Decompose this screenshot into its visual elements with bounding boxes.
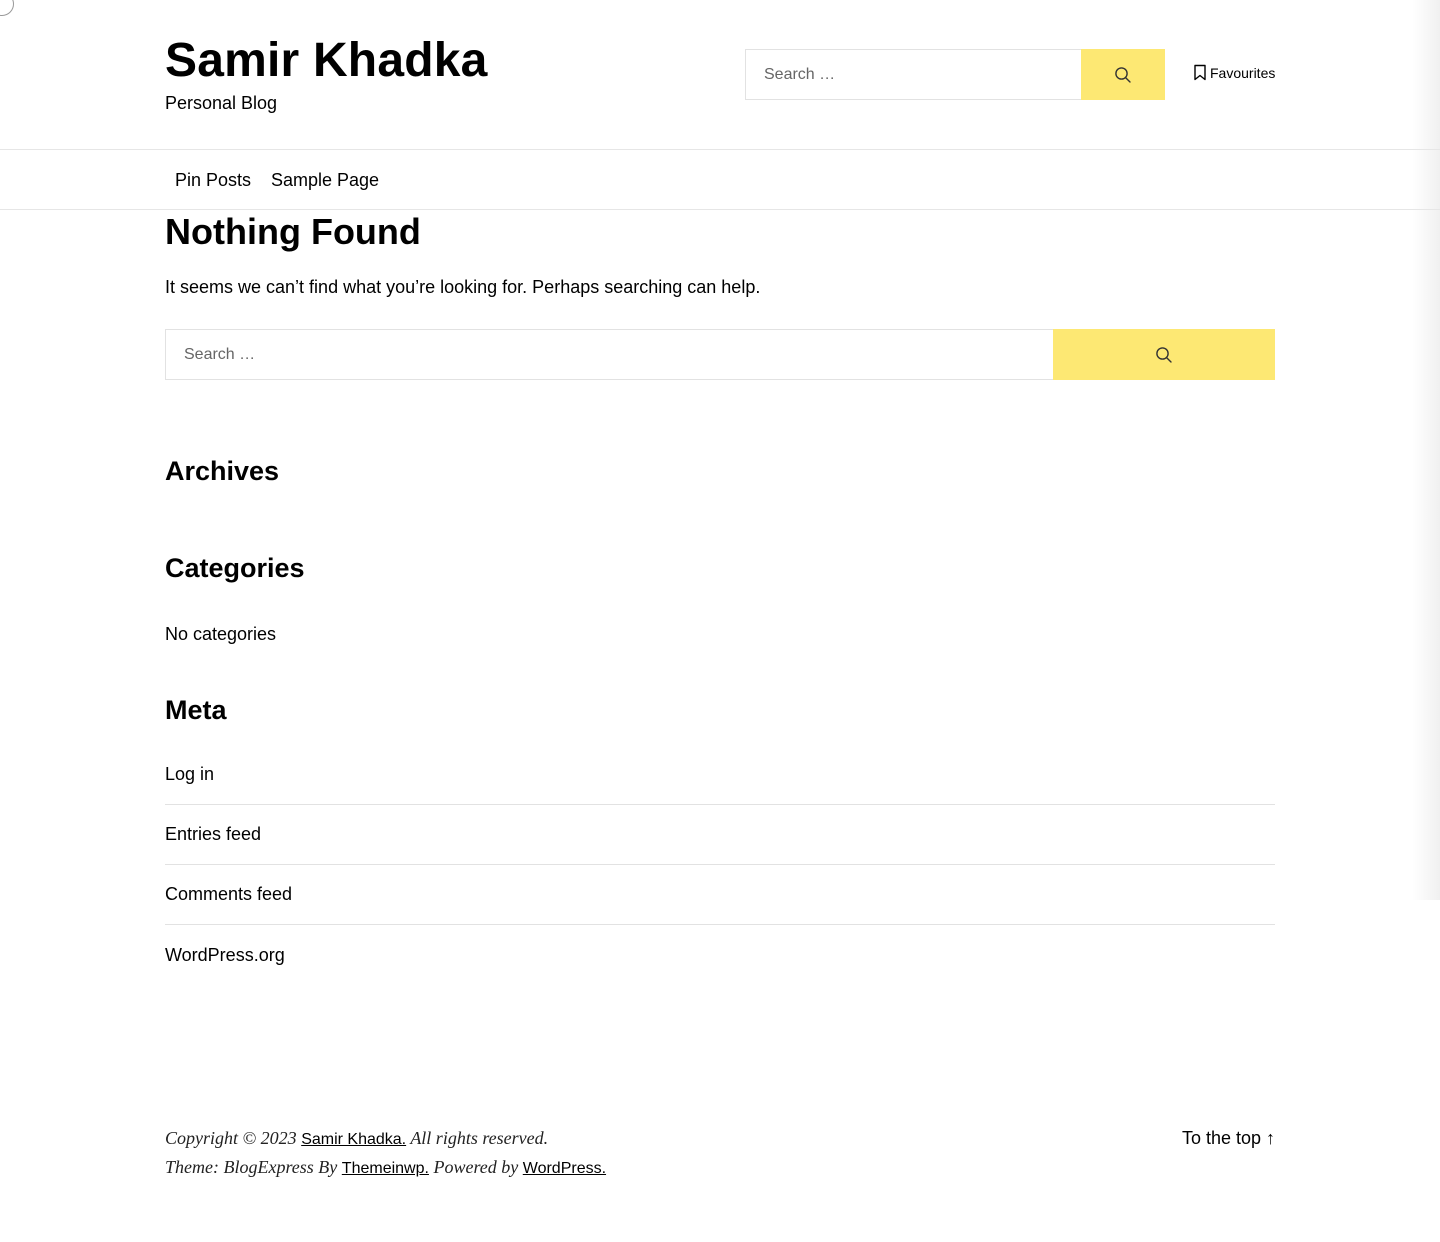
- site-tagline: Personal Blog: [165, 93, 278, 113]
- wordpress-link[interactable]: WordPress.: [523, 1160, 606, 1177]
- page-title: Nothing Found: [165, 211, 421, 252]
- meta-widget-title: Meta: [165, 695, 227, 725]
- footer-site-link[interactable]: Samir Khadka.: [301, 1131, 406, 1148]
- bookmark-icon: [1194, 64, 1206, 81]
- primary-navigation: Pin Posts Sample Page: [0, 151, 1440, 210]
- meta-list: Log in Entries feed Comments feed WordPr…: [165, 745, 1275, 985]
- copyright-suffix: All rights reserved.: [410, 1128, 549, 1148]
- main-search-form: [165, 329, 1275, 380]
- copyright-line: Copyright © 2023 Samir Khadka. All right…: [165, 1127, 548, 1151]
- categories-widget-title: Categories: [165, 553, 305, 583]
- main-search-input[interactable]: [165, 329, 1053, 380]
- theme-author-link[interactable]: Themeinwp.: [342, 1160, 429, 1177]
- meta-link-comments-feed[interactable]: Comments feed: [165, 865, 1275, 925]
- header-search-button[interactable]: [1081, 49, 1165, 100]
- search-icon: [1156, 346, 1172, 363]
- copyright-prefix: Copyright © 2023: [165, 1128, 297, 1148]
- nav-item-pin-posts[interactable]: Pin Posts: [175, 170, 251, 190]
- categories-empty-text: No categories: [165, 624, 277, 644]
- nav-item-sample-page[interactable]: Sample Page: [271, 170, 379, 190]
- favourites-link[interactable]: Favourites: [1193, 64, 1275, 81]
- theme-credit-line: Theme: BlogExpress By Themeinwp. Powered…: [165, 1156, 606, 1180]
- meta-link-entries-feed[interactable]: Entries feed: [165, 805, 1275, 865]
- header-search-form: [745, 49, 1165, 100]
- meta-link-wordpress-org[interactable]: WordPress.org: [165, 925, 1275, 985]
- to-top-link[interactable]: To the top ↑: [1182, 1127, 1275, 1149]
- not-found-message: It seems we can’t find what you’re looki…: [165, 277, 761, 297]
- site-header: Samir Khadka Personal Blog Favourites: [0, 0, 1440, 150]
- powered-prefix: Powered by: [433, 1157, 519, 1177]
- meta-link-log-in[interactable]: Log in: [165, 745, 1275, 805]
- theme-prefix: Theme: BlogExpress By: [165, 1157, 338, 1177]
- header-search-input[interactable]: [745, 49, 1081, 100]
- search-icon: [1115, 66, 1131, 83]
- main-search-button[interactable]: [1053, 329, 1275, 380]
- favourites-label: Favourites: [1210, 64, 1276, 81]
- archives-widget-title: Archives: [165, 456, 280, 486]
- site-title[interactable]: Samir Khadka: [165, 34, 488, 88]
